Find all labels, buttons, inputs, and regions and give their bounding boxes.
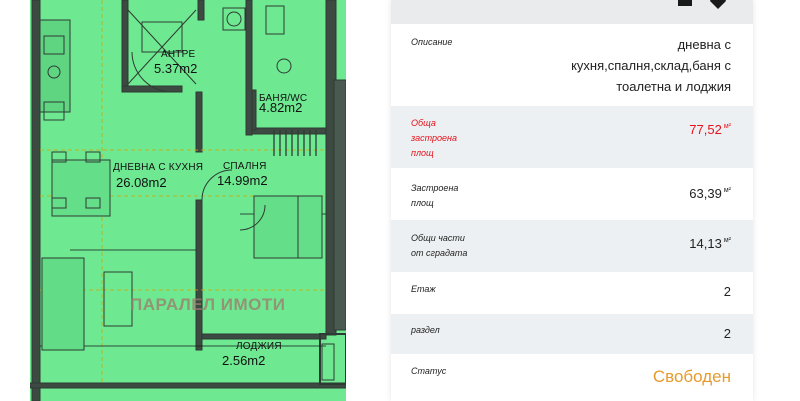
built-area-label: Застроена площ xyxy=(411,181,501,211)
built-area-label-line-1: Застроена xyxy=(411,183,459,193)
built-area-label-line-2: площ xyxy=(411,198,434,208)
total-area-unit: м² xyxy=(723,123,731,130)
panel-header xyxy=(391,0,753,24)
built-area-number: 63,39 xyxy=(689,186,722,201)
common-parts-number: 14,13 xyxy=(689,236,722,251)
floor-label: Етаж xyxy=(411,284,436,294)
room-area-antre: 5.37m2 xyxy=(154,61,198,76)
common-parts-label: Общи части от сградата xyxy=(411,231,501,261)
common-parts-label-line-1: Общи части xyxy=(411,233,465,243)
room-name-bedroom: СПАЛНЯ xyxy=(223,161,267,172)
section-row: раздел 2 xyxy=(391,314,753,354)
room-name-antre: АНТРЕ xyxy=(161,49,196,60)
room-name-living: ДНЕВНА С КУХНЯ xyxy=(113,162,204,173)
total-area-value: 77,52 м² xyxy=(689,116,731,140)
common-parts-row: Общи части от сградата 14,13 м² xyxy=(391,220,753,272)
room-area-bedroom: 14.99m2 xyxy=(217,173,268,188)
total-area-label-line-2: застроена xyxy=(411,133,457,143)
property-details-panel: Описание дневна с кухня,спалня,склад,бан… xyxy=(391,0,753,401)
description-row: Описание дневна с кухня,спалня,склад,бан… xyxy=(391,24,753,106)
status-row: Статус Свободен xyxy=(391,354,753,401)
room-area-bathroom: 4.82m2 xyxy=(259,100,303,115)
floor-plan-image: АНТРЕ 5.37m2 БАНЯ/WC 4.82m2 ДНЕВНА С КУХ… xyxy=(30,0,346,401)
description-line-3: тоалетна и лоджия xyxy=(616,79,731,94)
description-label: Описание xyxy=(411,37,453,47)
section-value: 2 xyxy=(723,326,731,341)
room-area-loggia: 2.56m2 xyxy=(222,353,266,368)
total-area-number: 77,52 xyxy=(689,122,722,137)
heart-icon[interactable] xyxy=(709,0,727,15)
section-label: раздел xyxy=(411,325,440,335)
floor-value: 2 xyxy=(723,284,731,299)
description-line-1: дневна с xyxy=(677,37,731,52)
built-area-unit: м² xyxy=(723,187,731,194)
total-area-label-line-3: площ xyxy=(411,148,434,158)
common-parts-value: 14,13 м² xyxy=(689,230,731,254)
watermark-logo: ПАРАЛЕЛ ИМОТИ xyxy=(130,295,286,314)
description-value: дневна с кухня,спалня,склад,баня с тоале… xyxy=(571,34,731,97)
status-value: Свободен xyxy=(652,367,731,386)
status-label: Статус xyxy=(411,366,447,376)
floor-row: Етаж 2 xyxy=(391,272,753,314)
common-parts-unit: м² xyxy=(723,237,731,244)
built-area-value: 63,39 м² xyxy=(689,180,731,204)
print-icon[interactable] xyxy=(676,0,694,13)
total-area-label-line-1: Обща xyxy=(411,118,436,128)
room-area-living: 26.08m2 xyxy=(116,175,167,190)
description-line-2: кухня,спалня,склад,баня с xyxy=(571,58,731,73)
built-area-row: Застроена площ 63,39 м² xyxy=(391,168,753,220)
total-area-row: Обща застроена площ 77,52 м² xyxy=(391,106,753,168)
room-name-loggia: ЛОДЖИЯ xyxy=(236,341,282,352)
common-parts-label-line-2: от сградата xyxy=(411,248,468,258)
total-area-label: Обща застроена площ xyxy=(411,116,501,161)
